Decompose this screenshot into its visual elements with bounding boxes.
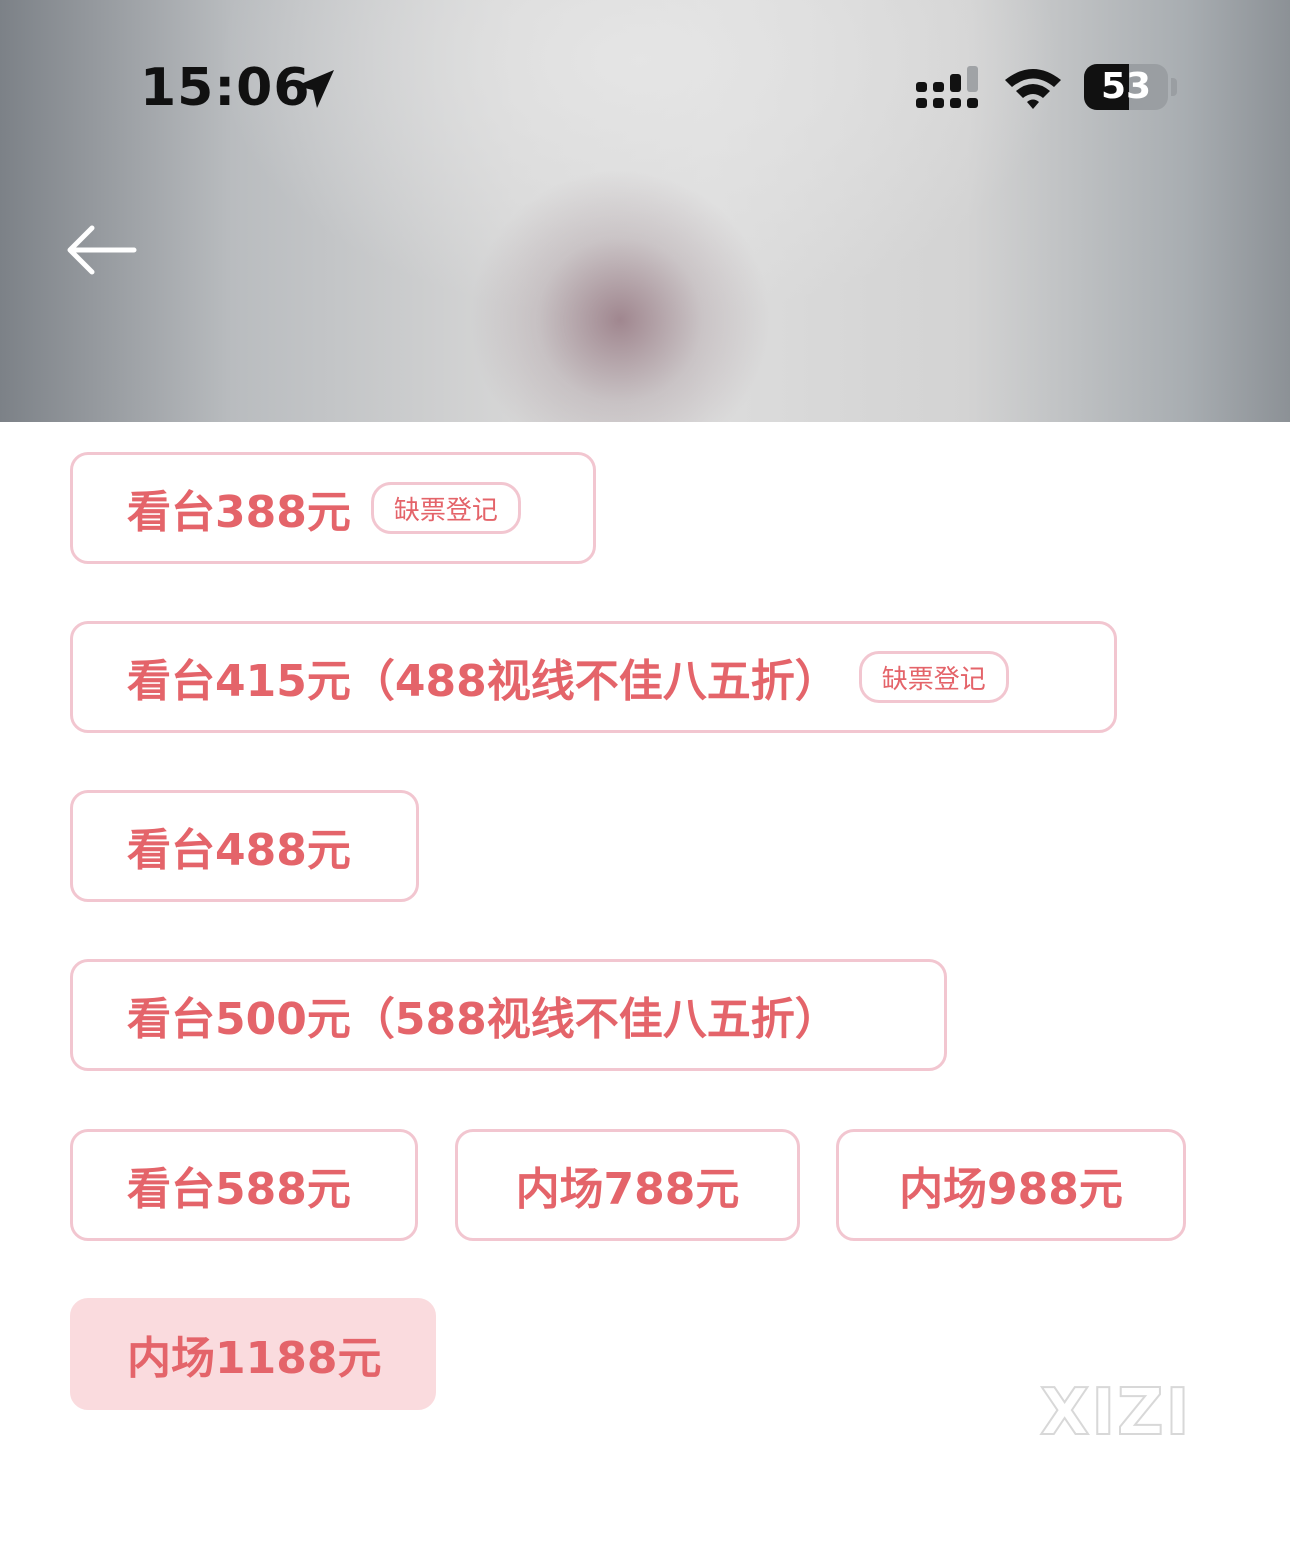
ticket-option-788[interactable]: 内场788元 — [455, 1129, 800, 1241]
header-banner: 15:06 53 — [0, 0, 1290, 422]
shortage-register-button[interactable]: 缺票登记 — [858, 651, 1009, 703]
ticket-option-500[interactable]: 看台500元（588视线不佳八五折） — [70, 959, 947, 1071]
wifi-icon — [1005, 69, 1061, 109]
ticket-option-588[interactable]: 看台588元 — [70, 1129, 418, 1241]
ticket-option-488[interactable]: 看台488元 — [70, 790, 419, 902]
ticket-option-label: 看台588元 — [127, 1164, 351, 1215]
shortage-register-button[interactable]: 缺票登记 — [370, 482, 521, 534]
battery-percent: 53 — [1100, 66, 1152, 107]
ticket-option-label: 内场788元 — [515, 1164, 740, 1215]
ticket-option-label: 看台488元 — [127, 825, 351, 876]
ticket-option-388[interactable]: 看台388元 缺票登记 — [70, 452, 596, 564]
ticket-option-label: 看台388元 — [127, 487, 351, 538]
ticket-option-label: 内场1188元 — [127, 1333, 382, 1384]
cellular-signal-icon — [916, 66, 978, 108]
ticket-option-label: 看台415元（488视线不佳八五折） — [127, 656, 839, 707]
ticket-option-415[interactable]: 看台415元（488视线不佳八五折） 缺票登记 — [70, 621, 1117, 733]
back-arrow-icon[interactable] — [62, 220, 138, 280]
ticket-option-label: 内场988元 — [899, 1164, 1123, 1215]
location-arrow-icon — [296, 70, 334, 108]
status-time: 15:06 — [140, 58, 311, 118]
battery-icon: 53 — [1084, 64, 1168, 110]
watermark-logo: XIZI — [1039, 1375, 1192, 1451]
ticket-option-1188-selected[interactable]: 内场1188元 — [70, 1298, 436, 1410]
battery-cap — [1171, 78, 1177, 96]
ticket-option-label: 看台500元（588视线不佳八五折） — [127, 994, 839, 1045]
ticket-option-988[interactable]: 内场988元 — [836, 1129, 1186, 1241]
